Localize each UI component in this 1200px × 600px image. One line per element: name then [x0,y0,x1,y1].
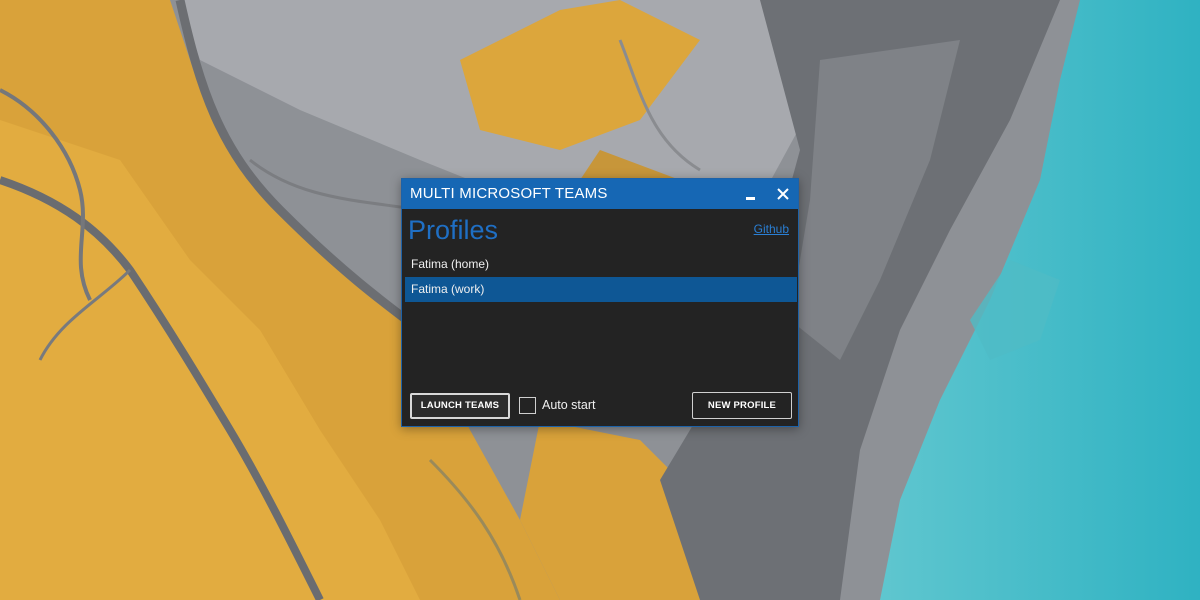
auto-start-checkbox[interactable] [519,397,536,414]
profile-label: Fatima (home) [411,257,490,271]
title-bar[interactable]: MULTI MICROSOFT TEAMS [402,179,798,209]
launch-teams-button[interactable]: LAUNCH TEAMS [410,393,510,419]
page-title: Profiles [408,215,499,245]
profile-label: Fatima (work) [411,282,485,296]
profile-item-home[interactable]: Fatima (home) [405,252,797,277]
close-button[interactable] [768,179,798,209]
app-window: MULTI MICROSOFT TEAMS Profiles Github Fa… [401,178,799,427]
new-profile-button[interactable]: NEW PROFILE [692,392,792,419]
minimize-icon [746,197,755,200]
profile-item-work[interactable]: Fatima (work) [405,277,797,302]
profile-list: Fatima (home) Fatima (work) [405,252,797,362]
close-icon [777,188,789,200]
github-link[interactable]: Github [754,222,789,236]
desktop-wallpaper: MULTI MICROSOFT TEAMS Profiles Github Fa… [0,0,1200,600]
auto-start-label[interactable]: Auto start [542,398,596,412]
window-title: MULTI MICROSOFT TEAMS [410,185,608,202]
minimize-button[interactable] [736,179,766,209]
